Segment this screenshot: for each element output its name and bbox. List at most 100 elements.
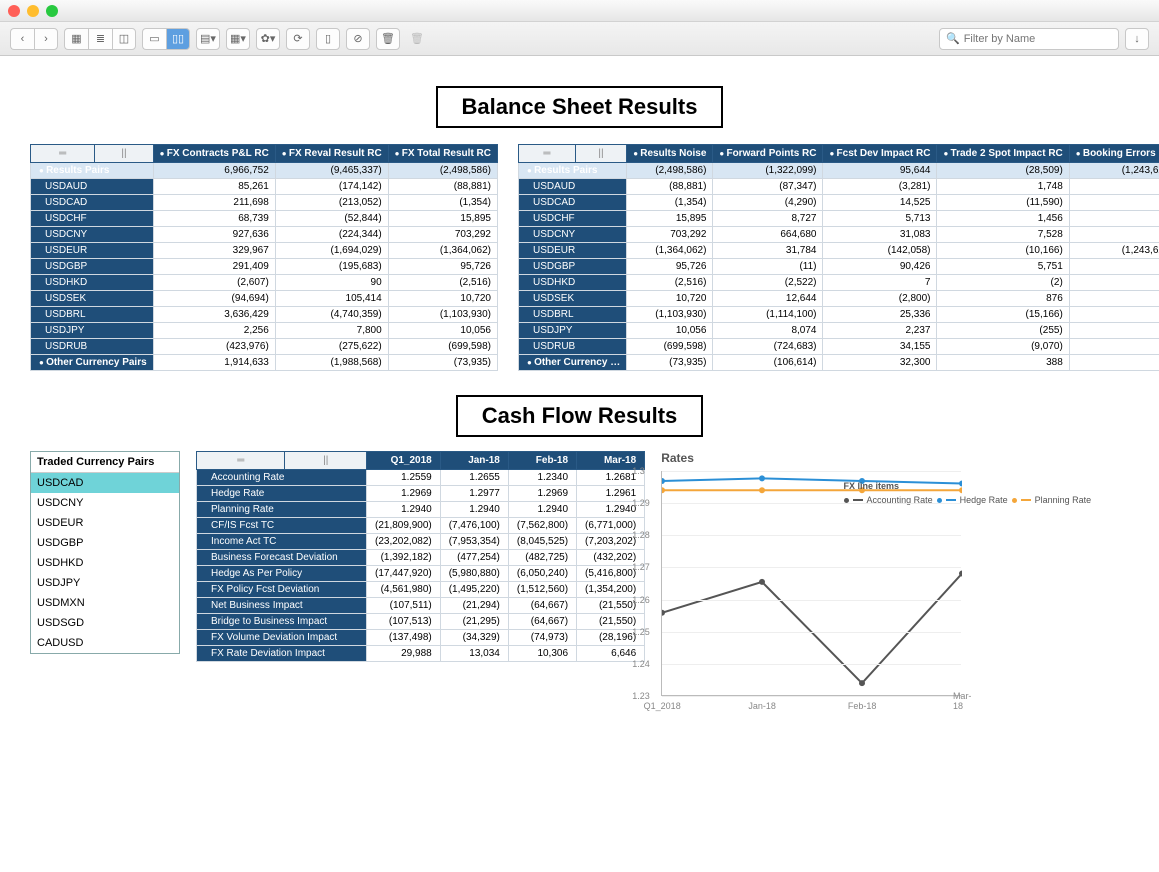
split-view-button[interactable]: ▯▯ — [166, 28, 190, 50]
forward-button[interactable]: › — [34, 28, 58, 50]
cell: 0 — [1069, 275, 1159, 291]
cell: (213,052) — [275, 195, 388, 211]
row-label[interactable]: USDJPY — [31, 323, 154, 339]
pair-item[interactable]: USDGBP — [31, 533, 179, 553]
row-label[interactable]: USDCAD — [31, 195, 154, 211]
pair-item[interactable]: USDHKD — [31, 553, 179, 573]
row-label[interactable]: Income Act TC — [197, 534, 367, 550]
row-label[interactable]: Bridge to Business Impact — [197, 614, 367, 630]
row-label[interactable]: FX Volume Deviation Impact — [197, 630, 367, 646]
col-header[interactable]: Booking Errors RC — [1069, 145, 1159, 163]
cell: 0 — [1069, 291, 1159, 307]
row-label[interactable]: USDHKD — [519, 275, 627, 291]
pair-item[interactable]: USDMXN — [31, 593, 179, 613]
row-label[interactable]: Accounting Rate — [197, 470, 367, 486]
refresh-button[interactable]: ⟳ — [286, 28, 310, 50]
row-label[interactable]: USDAUD — [31, 179, 154, 195]
row-label[interactable]: FX Policy Fcst Deviation — [197, 582, 367, 598]
pair-item[interactable]: USDSGD — [31, 613, 179, 633]
cell: 703,292 — [627, 227, 713, 243]
column-view-button[interactable]: ◫ — [112, 28, 136, 50]
row-label[interactable]: USDBRL — [31, 307, 154, 323]
back-button[interactable]: ‹ — [10, 28, 34, 50]
row-label[interactable]: USDGBP — [31, 259, 154, 275]
col-header[interactable]: Fcst Dev Impact RC — [823, 145, 937, 163]
row-label[interactable]: Hedge As Per Policy — [197, 566, 367, 582]
row-label[interactable]: Planning Rate — [197, 502, 367, 518]
y-tick: 1.26 — [632, 595, 650, 605]
row-label[interactable]: Results Pairs — [519, 163, 627, 179]
row-label[interactable]: Results Pairs — [31, 163, 154, 179]
maximize-window-button[interactable] — [46, 5, 58, 17]
row-label[interactable]: USDCNY — [519, 227, 627, 243]
col-header[interactable]: FX Contracts P&L RC — [153, 145, 275, 163]
col-header[interactable]: Q1_2018 — [367, 452, 441, 470]
row-label[interactable]: USDSEK — [31, 291, 154, 307]
col-header[interactable]: FX Reval Result RC — [275, 145, 388, 163]
cashflow-table: ═||Q1_2018Jan-18Feb-18Mar-18Accounting R… — [196, 451, 645, 662]
list-view-button[interactable]: ≣ — [88, 28, 112, 50]
icon-view-button[interactable]: ▦ — [64, 28, 88, 50]
row-label[interactable]: Business Forecast Deviation — [197, 550, 367, 566]
action-menu-button[interactable]: ✿▾ — [256, 28, 280, 50]
row-label[interactable]: FX Rate Deviation Impact — [197, 646, 367, 662]
y-tick: 1.3 — [632, 466, 645, 476]
row-label[interactable]: Hedge Rate — [197, 486, 367, 502]
col-header[interactable]: Trade 2 Spot Impact RC — [937, 145, 1069, 163]
row-label[interactable]: USDCNY — [31, 227, 154, 243]
cell: 34,155 — [823, 339, 937, 355]
row-label[interactable]: USDHKD — [31, 275, 154, 291]
pair-item[interactable]: USDEUR — [31, 513, 179, 533]
row-label[interactable]: USDEUR — [519, 243, 627, 259]
col-header[interactable]: Jan-18 — [440, 452, 508, 470]
col-header[interactable]: FX Total Result RC — [388, 145, 497, 163]
cell: 31,083 — [823, 227, 937, 243]
row-label[interactable]: USDAUD — [519, 179, 627, 195]
cell: (2,516) — [627, 275, 713, 291]
row-label[interactable]: USDJPY — [519, 323, 627, 339]
gallery-view-button[interactable]: ▭ — [142, 28, 166, 50]
table-row: Income Act TC(23,202,082)(7,953,354)(8,0… — [197, 534, 645, 550]
row-label[interactable]: USDGBP — [519, 259, 627, 275]
table-row: USDEUR(1,364,062)31,784(142,058)(10,166)… — [519, 243, 1159, 259]
col-header[interactable]: Results Noise — [627, 145, 713, 163]
row-label[interactable]: USDEUR — [31, 243, 154, 259]
grid-options-button[interactable]: ▤▾ — [196, 28, 220, 50]
search-input[interactable] — [964, 33, 1112, 45]
minimize-window-button[interactable] — [27, 5, 39, 17]
row-label[interactable]: Other Currency … — [519, 355, 627, 371]
traded-pairs-listbox[interactable]: Traded Currency Pairs USDCADUSDCNYUSDEUR… — [30, 451, 180, 654]
row-label[interactable]: USDRUB — [31, 339, 154, 355]
cell: (423,976) — [153, 339, 275, 355]
row-label[interactable]: USDRUB — [519, 339, 627, 355]
block-button[interactable]: ⊘ — [346, 28, 370, 50]
row-label[interactable]: USDCAD — [519, 195, 627, 211]
download-button[interactable]: ↓ — [1125, 28, 1149, 50]
y-tick: 1.25 — [632, 627, 650, 637]
row-label[interactable]: USDCHF — [519, 211, 627, 227]
cell: 1,456 — [937, 211, 1069, 227]
row-label[interactable]: USDCHF — [31, 211, 154, 227]
row-label[interactable]: Other Currency Pairs — [31, 355, 154, 371]
row-label[interactable]: CF/IS Fcst TC — [197, 518, 367, 534]
table-row: Accounting Rate1.25591.26551.23401.2681 — [197, 470, 645, 486]
col-header[interactable]: Forward Points RC — [713, 145, 823, 163]
trash-button[interactable]: 🗑 — [376, 28, 400, 50]
search-box[interactable]: 🔍 — [939, 28, 1119, 50]
close-window-button[interactable] — [8, 5, 20, 17]
grid-settings-button[interactable]: ▦▾ — [226, 28, 250, 50]
cell: (1,243,621) — [1069, 243, 1159, 259]
row-label[interactable]: USDSEK — [519, 291, 627, 307]
pair-item[interactable]: USDCNY — [31, 493, 179, 513]
table-row: Other Currency …(73,935)(106,614)32,3003… — [519, 355, 1159, 371]
cell: (1,243,621) — [1069, 163, 1159, 179]
col-header[interactable]: Feb-18 — [508, 452, 576, 470]
pair-item[interactable]: USDCAD — [31, 473, 179, 493]
row-label[interactable]: Net Business Impact — [197, 598, 367, 614]
cell: (2,607) — [153, 275, 275, 291]
cell: (106,614) — [713, 355, 823, 371]
pair-item[interactable]: USDJPY — [31, 573, 179, 593]
document-button[interactable]: ▯ — [316, 28, 340, 50]
pair-item[interactable]: CADUSD — [31, 633, 179, 653]
row-label[interactable]: USDBRL — [519, 307, 627, 323]
